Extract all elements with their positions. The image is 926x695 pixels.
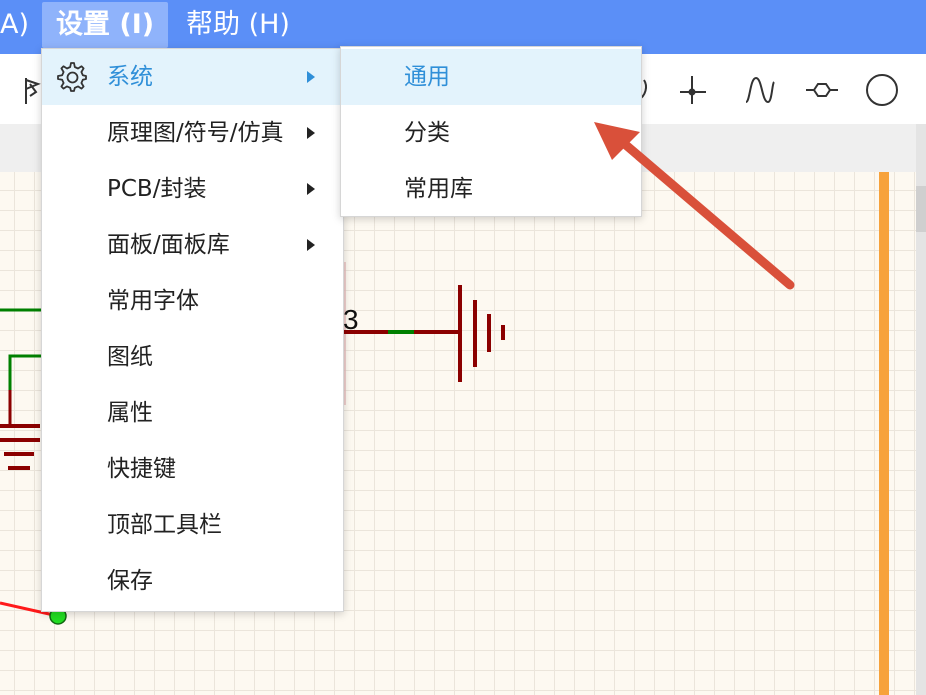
submenu-item-general[interactable]: 通用 (341, 49, 641, 105)
menu-item-label: PCB/封装 (107, 176, 207, 202)
menu-item-system[interactable]: 系统 (42, 49, 343, 105)
menu-item-schematic[interactable]: 原理图/符号/仿真 (42, 105, 343, 161)
menu-item-fonts[interactable]: 常用字体 (42, 273, 343, 329)
submenu-item-label: 分类 (404, 120, 450, 146)
menu-item-properties[interactable]: 属性 (42, 385, 343, 441)
menu-item-label: 原理图/符号/仿真 (107, 120, 284, 146)
menu-item-label: 属性 (107, 400, 153, 426)
submenu-item-category[interactable]: 分类 (341, 105, 641, 161)
menu-item-sheet[interactable]: 图纸 (42, 329, 343, 385)
menu-item-panel[interactable]: 面板/面板库 (42, 217, 343, 273)
pin-number-label: 3 (343, 304, 359, 335)
submenu-item-common-library[interactable]: 常用库 (341, 161, 641, 217)
menu-item-save[interactable]: 保存 (42, 553, 343, 609)
wire-green-left (8, 354, 42, 390)
gear-icon (57, 62, 87, 92)
menu-item-label: 快捷键 (107, 456, 176, 482)
submenu-item-label: 常用库 (404, 176, 473, 202)
menu-item-pcb[interactable]: PCB/封装 (42, 161, 343, 217)
menu-item-label: 系统 (107, 64, 153, 90)
menu-item-label: 保存 (107, 568, 153, 594)
menu-item-label: 图纸 (107, 344, 153, 370)
system-submenu: 通用 分类 常用库 (340, 46, 642, 217)
menu-item-top-toolbar[interactable]: 顶部工具栏 (42, 497, 343, 553)
settings-dropdown: 系统 原理图/符号/仿真 PCB/封装 面板/面板库 常用字体 图纸 属性 快捷… (41, 48, 344, 612)
submenu-arrow-icon (307, 239, 315, 251)
submenu-arrow-icon (307, 127, 315, 139)
sheet-border-orange (879, 172, 889, 695)
menu-item-shortcuts[interactable]: 快捷键 (42, 441, 343, 497)
ground-symbol-right (458, 285, 505, 382)
submenu-arrow-icon (307, 183, 315, 195)
menu-item-label: 面板/面板库 (107, 232, 230, 258)
menu-item-label: 顶部工具栏 (107, 512, 222, 538)
submenu-item-label: 通用 (404, 64, 450, 90)
menu-item-label: 常用字体 (107, 288, 199, 314)
ground-symbol-left (0, 424, 40, 470)
submenu-arrow-icon (307, 71, 315, 83)
